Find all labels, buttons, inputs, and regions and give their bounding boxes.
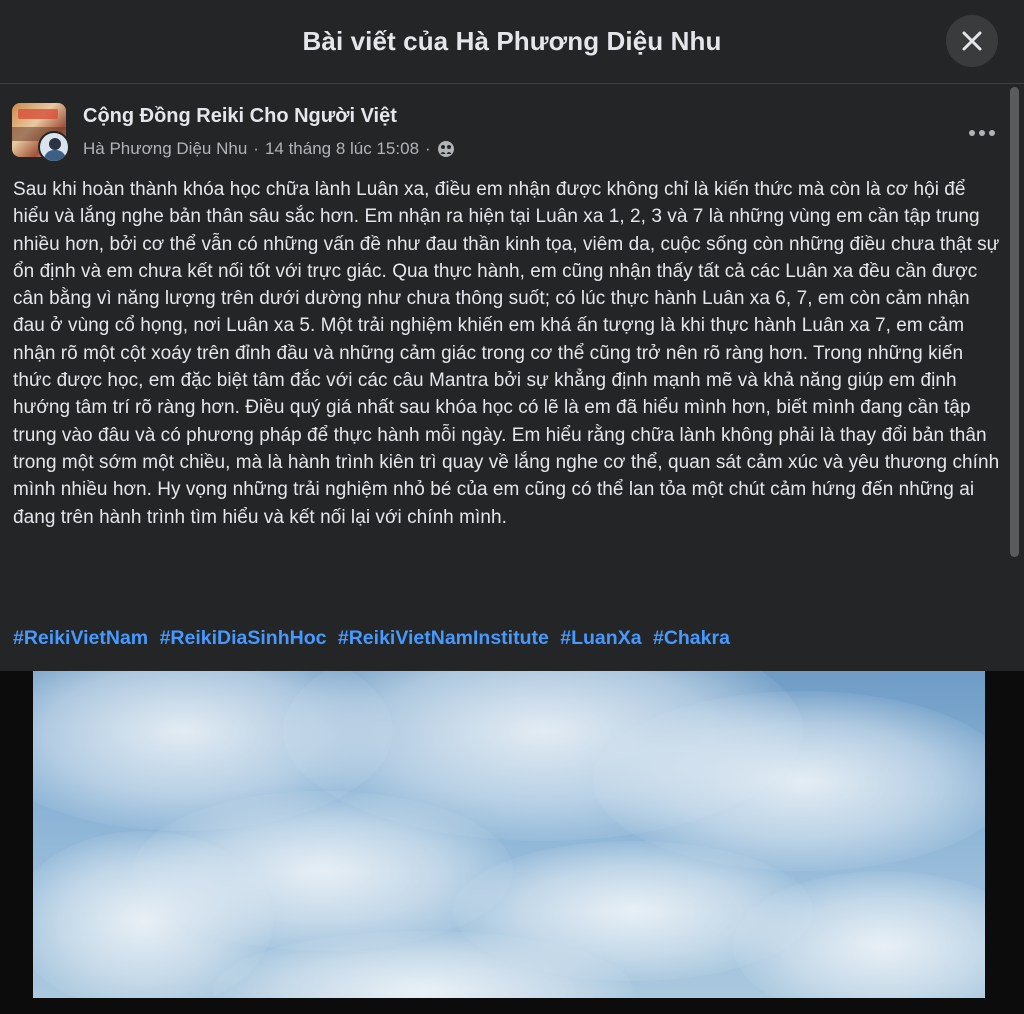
hashtag-list: #ReikiVietNam #ReikiDiaSinhHoc #ReikiVie… <box>13 627 1003 650</box>
hashtag-link[interactable]: #LuanXa <box>560 627 641 649</box>
post-body-text: Sau khi hoàn thành khóa học chữa lành Lu… <box>13 179 1000 528</box>
group-name-link[interactable]: Cộng Đồng Reiki Cho Người Việt <box>83 105 397 128</box>
author-avatar[interactable] <box>38 131 70 163</box>
dialog-header: Bài viết của Hà Phương Diệu Nhu <box>0 0 1024 84</box>
hashtag-link[interactable]: #ReikiDiaSinhHoc <box>160 627 327 649</box>
post-timestamp[interactable]: 14 tháng 8 lúc 15:08 <box>265 139 419 159</box>
post-dialog: Bài viết của Hà Phương Diệu Nhu Cộng Đồn… <box>0 0 1024 1014</box>
group-audience-icon[interactable] <box>437 140 455 158</box>
post-header: Cộng Đồng Reiki Cho Người Việt Hà Phương… <box>12 103 1002 163</box>
scrollbar[interactable] <box>1010 87 1019 557</box>
post-photo[interactable] <box>33 671 985 998</box>
post-meta: Hà Phương Diệu Nhu · 14 tháng 8 lúc 15:0… <box>83 139 455 159</box>
more-icon <box>969 130 995 136</box>
dialog-title: Bài viết của Hà Phương Diệu Nhu <box>302 26 722 56</box>
post-media <box>0 671 1024 1014</box>
hashtag-link[interactable]: #ReikiVietNamInstitute <box>338 627 549 649</box>
meta-separator: · <box>253 139 259 158</box>
hashtag-link[interactable]: #Chakra <box>653 627 730 649</box>
close-button[interactable] <box>946 15 998 67</box>
more-options-button[interactable] <box>962 113 1002 153</box>
close-icon <box>962 31 982 51</box>
dialog-content: Cộng Đồng Reiki Cho Người Việt Hà Phương… <box>0 85 1024 1014</box>
hashtag-link[interactable]: #ReikiVietNam <box>13 627 148 649</box>
meta-separator-2: · <box>425 139 431 158</box>
author-name-link[interactable]: Hà Phương Diệu Nhu <box>83 139 247 159</box>
